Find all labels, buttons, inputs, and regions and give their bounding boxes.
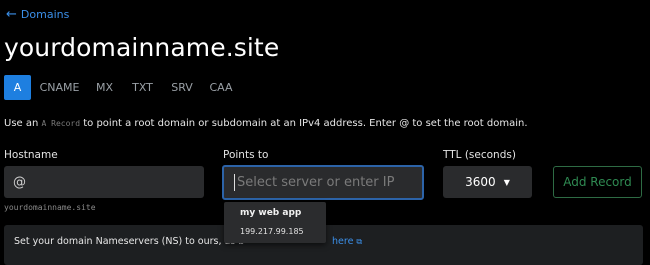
- suggestion-server-name: my web app: [240, 208, 302, 218]
- text-caret: [234, 174, 235, 191]
- tab-a[interactable]: A: [4, 75, 31, 100]
- tab-caa[interactable]: CAA: [200, 75, 242, 100]
- record-type-tabs: A CNAME MX TXT SRV CAA: [4, 75, 242, 100]
- hostname-label: Hostname: [4, 149, 58, 161]
- points-to-placeholder: Select server or enter IP: [237, 175, 395, 190]
- back-link-label: Domains: [20, 8, 70, 21]
- back-to-domains-link[interactable]: ← Domains: [6, 8, 69, 21]
- hostname-hint: yourdomainname.site: [4, 203, 96, 212]
- record-description: Use an A Record to point a root domain o…: [4, 118, 528, 129]
- page-title: yourdomainname.site: [4, 33, 280, 62]
- description-suffix: to point a root domain or subdomain at a…: [80, 118, 528, 129]
- ttl-select[interactable]: 3600 ▼: [443, 166, 532, 198]
- external-link-icon: ⧉: [356, 236, 363, 246]
- tab-cname[interactable]: CNAME: [31, 75, 88, 100]
- ttl-label: TTL (seconds): [443, 149, 516, 161]
- points-to-input[interactable]: Select server or enter IP: [222, 165, 424, 200]
- ttl-value: 3600: [465, 175, 496, 189]
- banner-text: Set your domain Nameservers (NS) to ours…: [14, 236, 245, 247]
- tab-srv[interactable]: SRV: [164, 75, 200, 100]
- hostname-value: @: [13, 174, 26, 190]
- suggestion-server-ip: 199.217.99.185: [240, 227, 304, 236]
- description-prefix: Use an: [4, 118, 42, 129]
- banner-here-link[interactable]: here ⧉: [332, 236, 362, 247]
- arrow-left-icon: ←: [6, 7, 17, 22]
- tab-mx[interactable]: MX: [88, 75, 121, 100]
- hostname-input[interactable]: @: [4, 166, 204, 198]
- caret-down-icon: ▼: [503, 177, 510, 187]
- tab-txt[interactable]: TXT: [121, 75, 164, 100]
- points-to-label: Points to: [223, 149, 269, 161]
- add-record-button[interactable]: Add Record: [553, 166, 642, 198]
- banner-link-label: here: [332, 236, 354, 247]
- description-code: A Record: [41, 119, 81, 128]
